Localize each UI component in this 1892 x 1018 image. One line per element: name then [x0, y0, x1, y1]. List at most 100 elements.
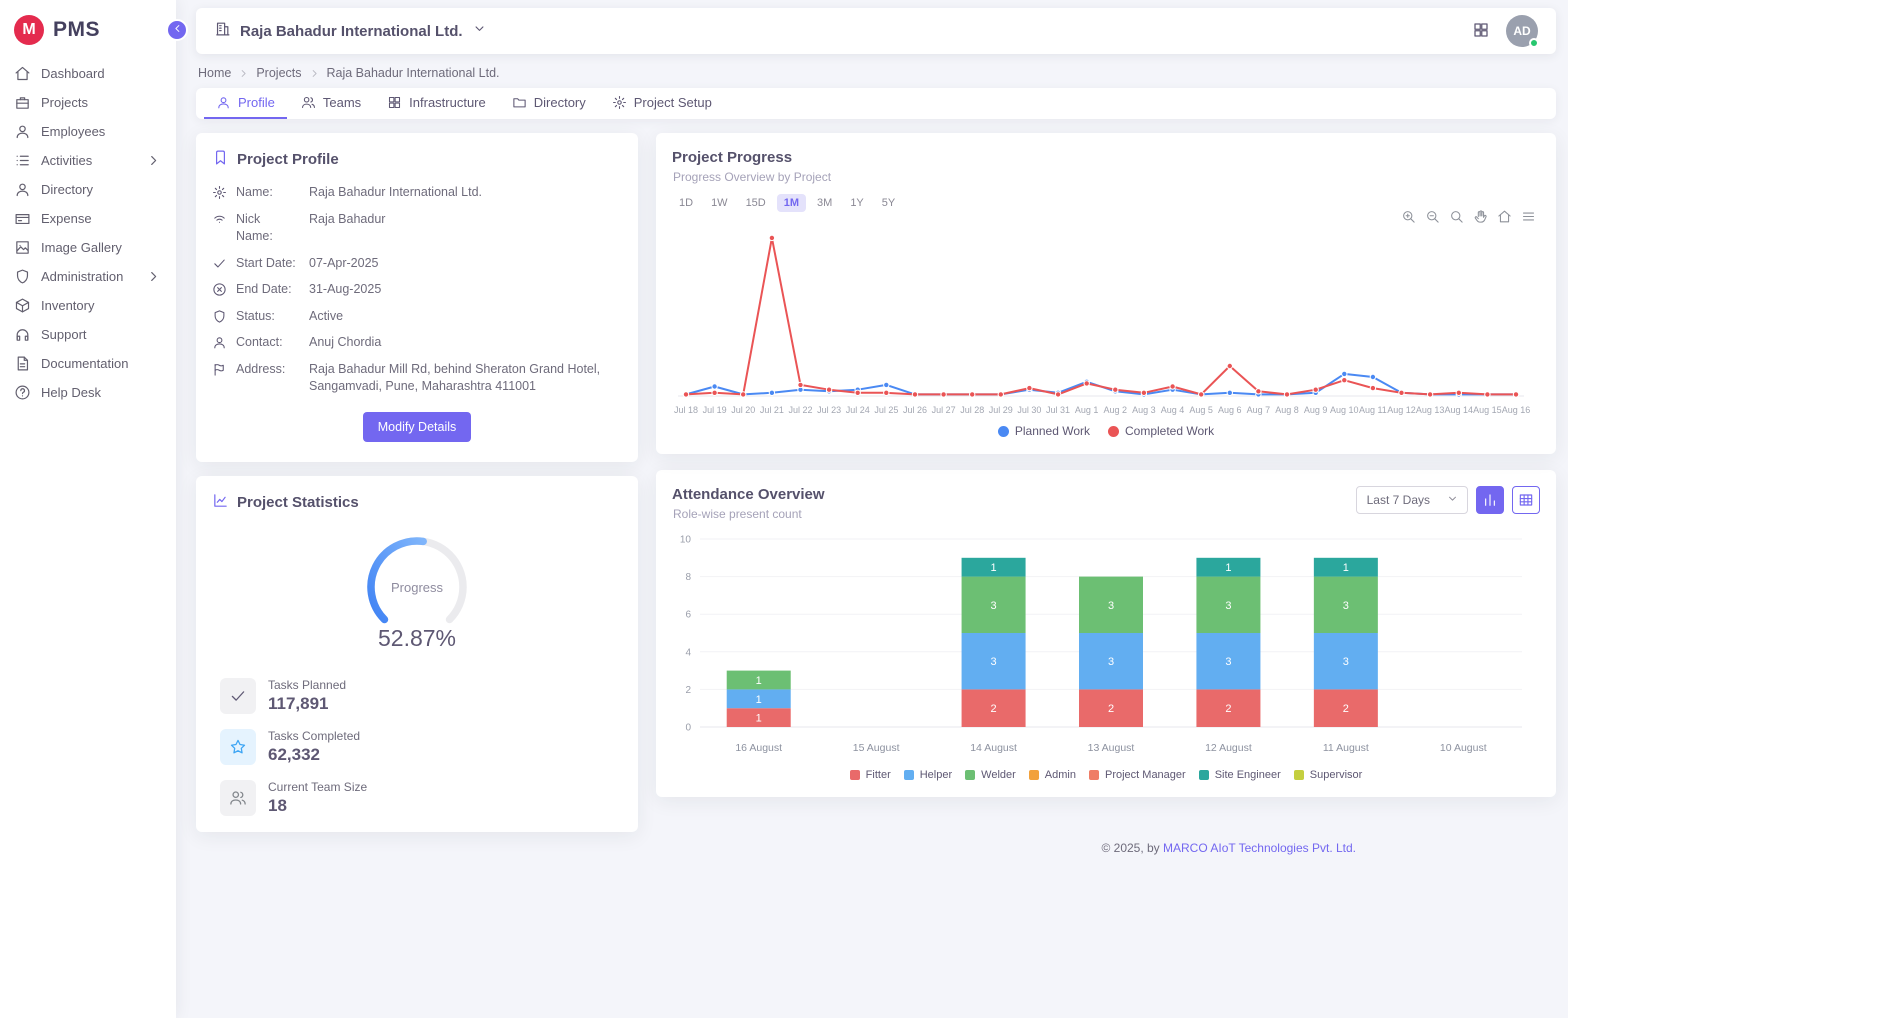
data-point[interactable] [941, 392, 946, 397]
toolbar-search-button[interactable] [1449, 209, 1464, 224]
statistics-card-header: Project Statistics [212, 492, 622, 513]
range-button-1y[interactable]: 1Y [843, 194, 870, 212]
data-point[interactable] [1485, 392, 1490, 397]
legend-item-project-manager[interactable]: Project Manager [1089, 769, 1186, 781]
sidebar-item-administration[interactable]: Administration [0, 262, 176, 291]
sidebar-item-activities[interactable]: Activities [0, 146, 176, 175]
chart-view-button[interactable] [1476, 486, 1504, 514]
data-point[interactable] [1027, 385, 1032, 390]
top-header: Raja Bahadur International Ltd. AD [196, 8, 1556, 54]
data-point[interactable] [712, 390, 717, 395]
table-view-button[interactable] [1512, 486, 1540, 514]
legend-item-helper[interactable]: Helper [904, 769, 952, 781]
data-point[interactable] [1456, 390, 1461, 395]
legend-item-fitter[interactable]: Fitter [850, 769, 891, 781]
sidebar-item-expense[interactable]: Expense [0, 204, 176, 233]
legend-item-admin[interactable]: Admin [1029, 769, 1076, 781]
field-value: 31-Aug-2025 [309, 281, 622, 299]
sidebar-item-inventory[interactable]: Inventory [0, 291, 176, 320]
range-button-5y[interactable]: 5Y [875, 194, 902, 212]
data-point[interactable] [884, 382, 889, 387]
data-point[interactable] [826, 387, 831, 392]
range-button-1d[interactable]: 1D [672, 194, 700, 212]
apps-grid-button[interactable] [1472, 21, 1490, 42]
legend-item-completed-work[interactable]: Completed Work [1108, 424, 1214, 438]
data-point[interactable] [1227, 363, 1232, 368]
legend-item-welder[interactable]: Welder [965, 769, 1016, 781]
footer-company-link[interactable]: MARCO AIoT Technologies Pvt. Ltd. [1163, 841, 1356, 855]
tab-directory[interactable]: Directory [500, 88, 598, 119]
data-point[interactable] [1370, 374, 1375, 379]
toolbar-home-button[interactable] [1497, 209, 1512, 224]
modify-details-button[interactable]: Modify Details [363, 412, 472, 442]
legend-label: Welder [981, 769, 1016, 781]
sidebar-item-help-desk[interactable]: Help Desk [0, 378, 176, 407]
legend-label: Fitter [866, 769, 891, 781]
tab-infrastructure[interactable]: Infrastructure [375, 88, 498, 119]
data-point[interactable] [683, 392, 688, 397]
list-icon [14, 152, 31, 169]
apps-grid-icon [1472, 21, 1490, 42]
toolbar-zoom-in-button[interactable] [1401, 209, 1416, 224]
data-point[interactable] [1427, 392, 1432, 397]
left-column: Project Profile Name:Raja Bahadur Intern… [196, 133, 638, 832]
data-point[interactable] [1342, 378, 1347, 383]
sidebar-collapse-button[interactable] [166, 19, 188, 41]
tab-profile[interactable]: Profile [204, 88, 287, 119]
toolbar-hand-button[interactable] [1473, 209, 1488, 224]
range-button-1m[interactable]: 1M [777, 194, 806, 212]
data-point[interactable] [970, 392, 975, 397]
range-button-3m[interactable]: 3M [810, 194, 839, 212]
company-selector[interactable]: Raja Bahadur International Ltd. [214, 20, 487, 42]
bar-value-label: 1 [756, 675, 762, 687]
sidebar-item-projects[interactable]: Projects [0, 88, 176, 117]
data-point[interactable] [1313, 387, 1318, 392]
breadcrumb-item-home[interactable]: Home [198, 66, 231, 80]
data-point[interactable] [1141, 390, 1146, 395]
data-point[interactable] [769, 235, 774, 240]
data-point[interactable] [1055, 392, 1060, 397]
data-point[interactable] [1342, 371, 1347, 376]
data-point[interactable] [1399, 390, 1404, 395]
data-point[interactable] [1256, 389, 1261, 394]
sidebar-item-employees[interactable]: Employees [0, 117, 176, 146]
range-button-1w[interactable]: 1W [704, 194, 735, 212]
data-point[interactable] [998, 392, 1003, 397]
sidebar-item-image-gallery[interactable]: Image Gallery [0, 233, 176, 262]
toolbar-zoom-out-button[interactable] [1425, 209, 1440, 224]
data-point[interactable] [1084, 381, 1089, 386]
progress-gauge-arc: Progress [327, 525, 507, 629]
attendance-chart[interactable]: 024681016 August11115 August14 August233… [672, 529, 1530, 765]
legend-item-site-engineer[interactable]: Site Engineer [1199, 769, 1281, 781]
tab-teams[interactable]: Teams [289, 88, 373, 119]
data-point[interactable] [1227, 390, 1232, 395]
data-point[interactable] [912, 392, 917, 397]
progress-chart[interactable]: Jul 18Jul 19Jul 20Jul 21Jul 22Jul 23Jul … [672, 220, 1530, 422]
data-point[interactable] [855, 390, 860, 395]
brand-logo[interactable]: M PMS [0, 0, 176, 57]
sidebar-item-directory[interactable]: Directory [0, 175, 176, 204]
toolbar-menu-button[interactable] [1521, 209, 1536, 224]
data-point[interactable] [712, 384, 717, 389]
data-point[interactable] [1113, 387, 1118, 392]
data-point[interactable] [1284, 392, 1289, 397]
legend-item-planned-work[interactable]: Planned Work [998, 424, 1090, 438]
data-point[interactable] [798, 382, 803, 387]
data-point[interactable] [1170, 384, 1175, 389]
breadcrumb-item-projects[interactable]: Projects [256, 66, 301, 80]
data-point[interactable] [1370, 385, 1375, 390]
legend-item-supervisor[interactable]: Supervisor [1294, 769, 1363, 781]
user-avatar[interactable]: AD [1506, 15, 1538, 47]
data-point[interactable] [884, 390, 889, 395]
sidebar-item-documentation[interactable]: Documentation [0, 349, 176, 378]
tab-project-setup[interactable]: Project Setup [600, 88, 724, 119]
data-point[interactable] [769, 390, 774, 395]
data-point[interactable] [1513, 392, 1518, 397]
sidebar-item-dashboard[interactable]: Dashboard [0, 59, 176, 88]
data-point[interactable] [1199, 392, 1204, 397]
briefcase-icon [14, 94, 31, 111]
range-button-15d[interactable]: 15D [739, 194, 773, 212]
sidebar-item-support[interactable]: Support [0, 320, 176, 349]
attendance-range-select[interactable]: Last 7 Days [1356, 486, 1468, 514]
data-point[interactable] [741, 392, 746, 397]
